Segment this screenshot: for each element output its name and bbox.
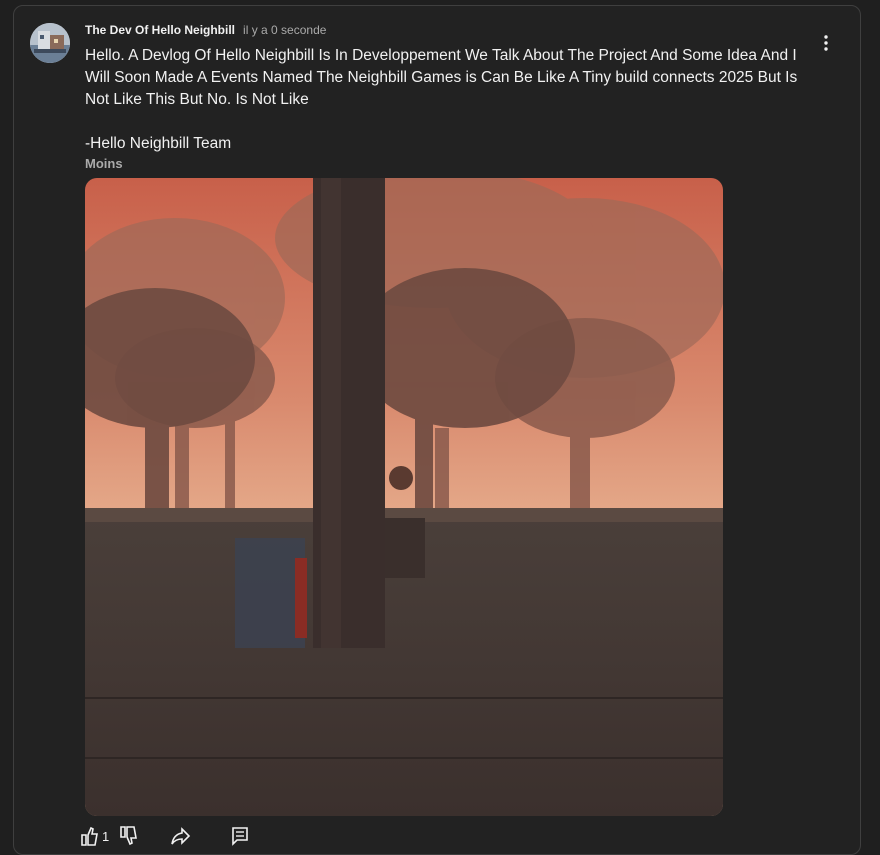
like-button[interactable]: 1 — [80, 826, 119, 846]
thumb-up-icon — [81, 826, 98, 846]
forest-scene-image — [85, 178, 723, 816]
like-count: 1 — [102, 828, 110, 844]
dislike-button[interactable] — [119, 826, 138, 846]
post-timestamp[interactable]: il y a 0 seconde — [243, 23, 326, 37]
share-button[interactable] — [171, 826, 191, 846]
share-icon — [171, 827, 191, 845]
avatar-image — [30, 23, 70, 63]
show-less-link[interactable]: Moins — [85, 155, 123, 173]
avatar[interactable] — [30, 23, 70, 63]
post-actions-bar: 1 — [80, 826, 249, 846]
channel-name[interactable]: The Dev Of Hello Neighbill — [85, 23, 235, 37]
comment-icon — [232, 827, 249, 846]
more-vert-icon — [824, 35, 828, 51]
more-options-button[interactable] — [816, 32, 836, 54]
post-signature: -Hello Neighbill Team — [85, 135, 232, 152]
thumb-down-icon — [120, 826, 138, 846]
post-header: The Dev Of Hello Neighbill il y a 0 seco… — [85, 23, 326, 41]
comments-button[interactable] — [231, 826, 249, 846]
post-image[interactable] — [85, 178, 723, 816]
community-post-card: The Dev Of Hello Neighbill il y a 0 seco… — [13, 5, 861, 855]
post-body-text: Hello. A Devlog Of Hello Neighbill Is In… — [85, 47, 798, 108]
